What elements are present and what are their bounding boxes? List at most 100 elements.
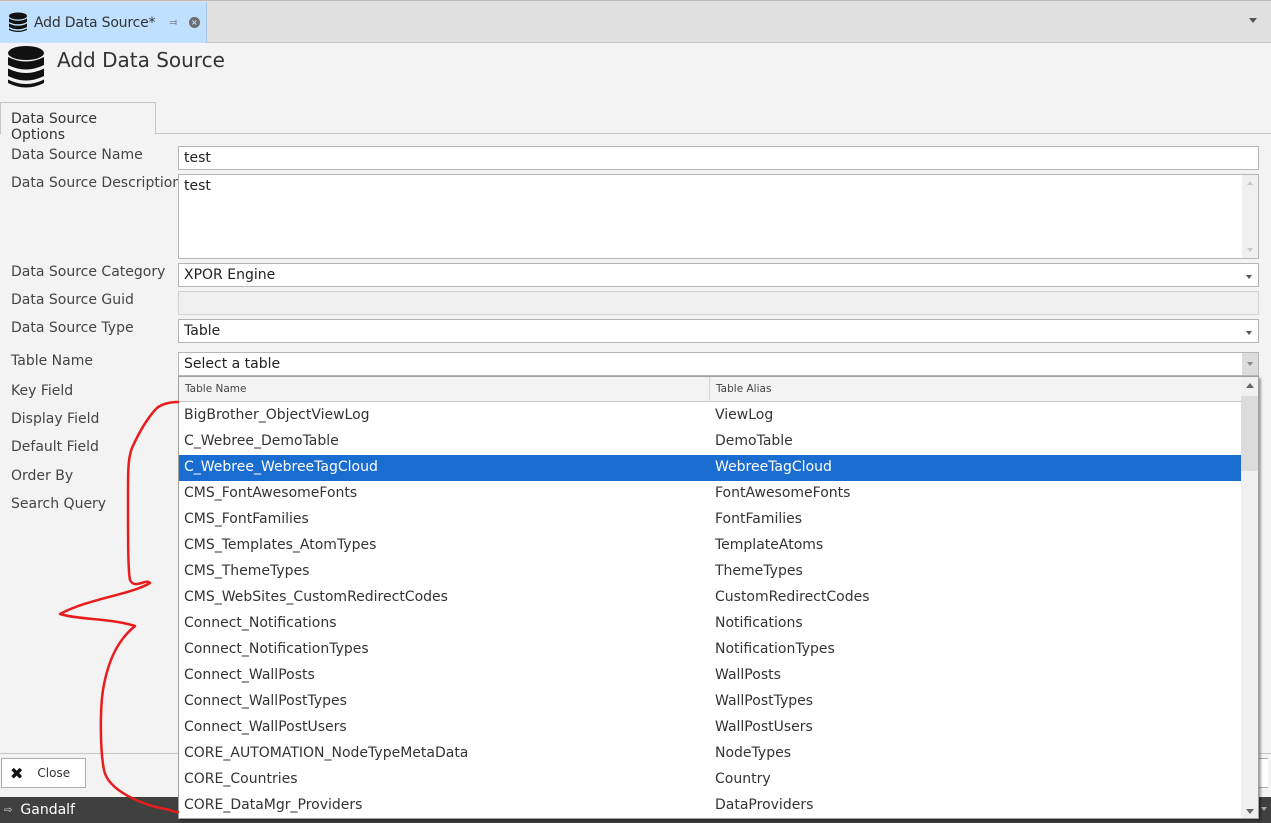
popup-scrollbar[interactable] — [1241, 377, 1258, 818]
tab-data-source-options[interactable]: Data Source Options — [0, 102, 156, 143]
close-circle-icon[interactable]: × — [188, 17, 200, 28]
page-header: Add Data Source — [0, 43, 1271, 101]
table-option-row[interactable]: CMS_WebSites_CustomRedirectCodes CustomRe… — [179, 585, 1242, 611]
table-option-name: BigBrother_ObjectViewLog — [184, 407, 370, 423]
database-icon — [9, 12, 27, 32]
label-type: Data Source Type — [11, 320, 134, 336]
label-name: Data Source Name — [11, 147, 143, 163]
table-option-name: Connect_Notifications — [184, 615, 337, 631]
table-option-alias: ThemeTypes — [715, 563, 803, 579]
tab-add-data-source[interactable]: Add Data Source* ⫤ × — [0, 2, 207, 43]
label-order-by: Order By — [11, 468, 74, 484]
table-option-alias: DataProviders — [715, 797, 814, 813]
label-display-field: Display Field — [11, 411, 100, 427]
category-select[interactable]: XPOR Engine — [178, 263, 1259, 287]
table-option-row[interactable]: Connect_WallPosts WallPosts — [179, 663, 1242, 689]
tab-label: Add Data Source* — [34, 14, 156, 31]
table-option-row[interactable]: CMS_FontFamilies FontFamilies — [179, 507, 1242, 533]
label-category: Data Source Category — [11, 264, 166, 280]
table-option-alias: CustomRedirectCodes — [715, 589, 870, 605]
table-option-name: CMS_FontAwesomeFonts — [184, 485, 358, 501]
scroll-down-icon[interactable] — [1247, 248, 1253, 252]
table-option-row[interactable]: C_Webree_WebreeTagCloud WebreeTagCloud — [179, 455, 1242, 481]
table-option-name: C_Webree_WebreeTagCloud — [184, 459, 378, 475]
table-option-name: Connect_WallPostUsers — [184, 719, 347, 735]
table-option-alias: WebreeTagCloud — [715, 459, 832, 475]
table-option-row[interactable]: Connect_WallPostUsers WallPostUsers — [179, 715, 1242, 741]
table-option-name: CMS_WebSites_CustomRedirectCodes — [184, 589, 448, 605]
table-option-row[interactable]: CMS_Templates_AtomTypes TemplateAtoms — [179, 533, 1242, 559]
table-option-row[interactable]: CORE_Countries Country — [179, 767, 1242, 793]
table-option-alias: Notifications — [715, 615, 803, 631]
name-input[interactable]: test — [178, 146, 1259, 170]
type-value: Table — [184, 323, 221, 339]
table-dropdown-button[interactable] — [1242, 353, 1258, 375]
label-guid: Data Source Guid — [11, 292, 134, 308]
options-tabbar: Data Source Options — [0, 101, 1271, 143]
label-default-field: Default Field — [11, 439, 99, 455]
table-option-row[interactable]: CMS_ThemeTypes ThemeTypes — [179, 559, 1242, 585]
textarea-scrollbar[interactable] — [1242, 175, 1258, 258]
column-header-table-name[interactable]: Table Name — [179, 377, 710, 402]
x-icon: ✖ — [10, 763, 24, 783]
table-option-name: CMS_FontFamilies — [184, 511, 309, 527]
table-option-row[interactable]: Connect_WallPostTypes WallPostTypes — [179, 689, 1242, 715]
table-option-name: CORE_AUTOMATION_NodeTypeMetaData — [184, 745, 469, 761]
chevron-down-icon[interactable] — [1261, 807, 1267, 811]
action-button[interactable] — [1258, 758, 1268, 788]
column-header-table-alias[interactable]: Table Alias — [710, 377, 1242, 402]
table-option-alias: WallPostTypes — [715, 693, 814, 709]
close-label: Close — [37, 766, 71, 780]
user-name[interactable]: Gandalf — [20, 802, 75, 818]
label-description: Data Source Description — [11, 175, 182, 191]
description-textarea[interactable]: test — [178, 174, 1259, 259]
table-list: BigBrother_ObjectViewLog ViewLog C_Webree_… — [179, 403, 1242, 818]
close-button[interactable]: ✖ Close — [1, 758, 86, 788]
table-option-alias: ViewLog — [715, 407, 774, 423]
table-option-alias: Country — [715, 771, 771, 787]
scroll-up-icon[interactable] — [1247, 181, 1253, 185]
pin-icon[interactable]: ⫤ — [169, 17, 177, 28]
table-name-select[interactable]: Select a table — [178, 352, 1259, 376]
table-option-row[interactable]: CORE_AUTOMATION_NodeTypeMetaData NodeType… — [179, 741, 1242, 767]
table-option-alias: FontFamilies — [715, 511, 803, 527]
table-option-name: CORE_Countries — [184, 771, 298, 787]
chevron-down-icon[interactable] — [1246, 275, 1252, 279]
table-option-alias: FontAwesomeFonts — [715, 485, 851, 501]
table-option-alias: TemplateAtoms — [715, 537, 824, 553]
table-option-name: C_Webree_DemoTable — [184, 433, 339, 449]
label-table-name: Table Name — [11, 353, 93, 369]
table-option-name: CMS_Templates_AtomTypes — [184, 537, 377, 553]
table-option-name: CORE_DataMgr_Providers — [184, 797, 363, 813]
scroll-down-icon[interactable] — [1246, 809, 1254, 814]
table-option-name: CMS_ThemeTypes — [184, 563, 310, 579]
type-select[interactable]: Table — [178, 319, 1259, 343]
table-option-alias: WallPostUsers — [715, 719, 813, 735]
label-key-field: Key Field — [11, 383, 74, 399]
table-option-alias: WallPosts — [715, 667, 781, 683]
logout-icon[interactable]: ⇨ — [4, 805, 12, 816]
guid-input — [178, 291, 1259, 315]
table-dropdown-popup: Table Name Table Alias BigBrother_Object… — [178, 376, 1259, 819]
table-option-row[interactable]: Connect_NotificationTypes NotificationTyp… — [179, 637, 1242, 663]
database-icon — [8, 46, 44, 88]
document-tabstrip: Add Data Source* ⫤ × — [0, 0, 1271, 43]
table-option-row[interactable]: BigBrother_ObjectViewLog ViewLog — [179, 403, 1242, 429]
table-option-row[interactable]: CMS_FontAwesomeFonts FontAwesomeFonts — [179, 481, 1242, 507]
chevron-down-icon[interactable] — [1249, 18, 1257, 23]
table-option-name: Connect_NotificationTypes — [184, 641, 369, 657]
table-option-alias: NodeTypes — [715, 745, 791, 761]
chevron-down-icon[interactable] — [1246, 331, 1252, 335]
table-option-row[interactable]: Connect_Notifications Notifications — [179, 611, 1242, 637]
category-value: XPOR Engine — [184, 267, 276, 283]
table-name-placeholder: Select a table — [184, 356, 281, 372]
scroll-up-icon[interactable] — [1246, 383, 1254, 388]
table-option-alias: DemoTable — [715, 433, 793, 449]
table-option-alias: NotificationTypes — [715, 641, 835, 657]
scroll-thumb[interactable] — [1241, 396, 1258, 471]
description-value: test — [184, 178, 211, 194]
table-option-row[interactable]: CORE_DataMgr_Providers DataProviders — [179, 793, 1242, 818]
chevron-down-icon — [1247, 362, 1253, 366]
table-option-row[interactable]: C_Webree_DemoTable DemoTable — [179, 429, 1242, 455]
page-title: Add Data Source — [57, 48, 225, 72]
